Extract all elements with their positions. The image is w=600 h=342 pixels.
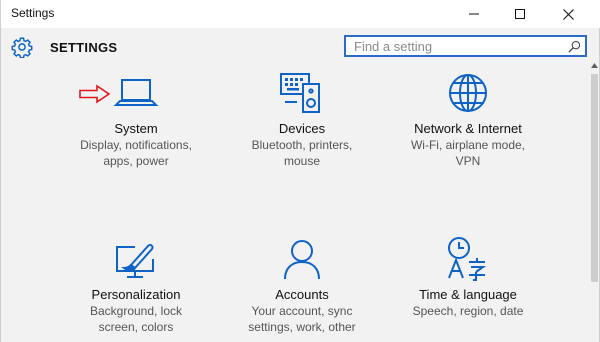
category-title: Personalization [91, 287, 181, 302]
category-system[interactable]: System Display, notifications, apps, pow… [51, 70, 221, 176]
globe-icon [449, 74, 487, 112]
minimize-icon [469, 13, 479, 15]
person-icon [284, 240, 320, 280]
search-icon[interactable] [568, 40, 581, 53]
title-bar: Settings [1, 0, 600, 28]
category-title: Accounts [275, 287, 329, 302]
category-description-line2: settings, work, other [248, 320, 356, 334]
close-icon [562, 8, 574, 20]
search-box[interactable] [344, 35, 587, 57]
category-title: Time & language [419, 287, 517, 302]
paintbrush-icon [116, 244, 154, 278]
category-description-line1: Your account, sync [251, 304, 353, 318]
clock-language-icon [448, 237, 487, 281]
category-description-line2: mouse [283, 154, 321, 168]
page-title: SETTINGS [50, 40, 118, 55]
maximize-button[interactable] [497, 0, 543, 28]
close-button[interactable] [545, 0, 591, 28]
gear-icon [11, 37, 33, 58]
search-input[interactable] [354, 38, 554, 54]
category-description-line1: Background, lock [89, 304, 183, 318]
category-description-line1: Speech, region, date [412, 304, 524, 318]
window-title: Settings [11, 6, 55, 20]
minimize-button[interactable] [451, 0, 497, 28]
laptop-icon [113, 79, 159, 106]
category-accounts[interactable]: Accounts Your account, sync settings, wo… [217, 236, 387, 342]
category-title: System [114, 121, 158, 136]
category-description-line1: Display, notifications, [80, 138, 192, 152]
category-title: Network & Internet [414, 121, 522, 136]
category-title: Devices [278, 121, 326, 136]
category-network-internet[interactable]: Network & Internet Wi-Fi, airplane mode,… [383, 70, 553, 176]
category-description-line1: Bluetooth, printers, [251, 138, 353, 152]
category-personalization[interactable]: Personalization Background, lock screen,… [51, 236, 221, 342]
maximize-icon [515, 9, 525, 19]
category-time-language[interactable]: Time & language Speech, region, date [383, 236, 553, 342]
settings-window: Settings SETTINGS Find a setting System … [0, 0, 600, 342]
scroll-up-arrow-icon[interactable] [590, 62, 599, 70]
scrollbar-thumb[interactable] [591, 74, 598, 282]
devices-icon [280, 73, 320, 113]
category-devices[interactable]: Devices Bluetooth, printers, mouse [217, 70, 387, 176]
category-description-line2: VPN [455, 154, 481, 168]
scrollbar[interactable] [589, 62, 600, 342]
category-description-line2: apps, power [103, 154, 169, 168]
category-description-line1: Wi-Fi, airplane mode, [410, 138, 526, 152]
category-description-line2: screen, colors [98, 320, 174, 334]
